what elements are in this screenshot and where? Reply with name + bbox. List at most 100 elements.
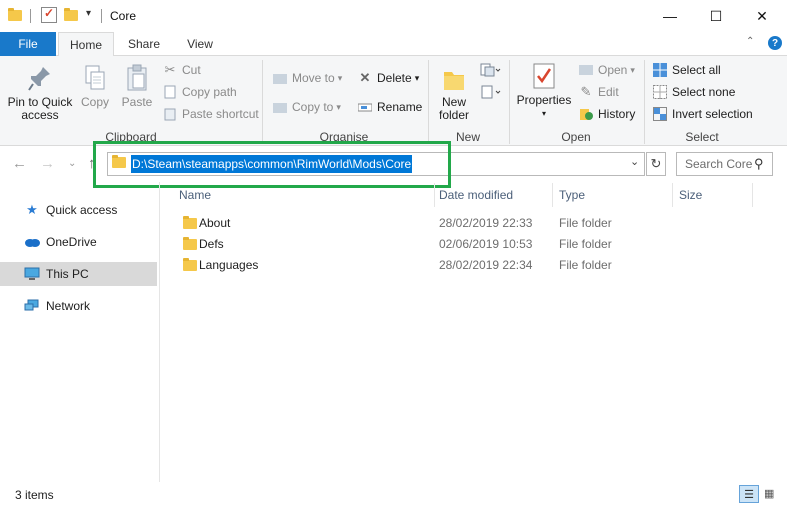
- ribbon-tabs: File Home Share View: [0, 32, 787, 57]
- file-row[interactable]: Defs 02/06/2019 10:53 File folder: [175, 234, 735, 255]
- nav-label: Quick access: [46, 203, 118, 217]
- rename-button[interactable]: Rename: [357, 97, 422, 117]
- large-icons-view-icon[interactable]: ▦: [764, 487, 774, 500]
- pin-to-quick-access-button[interactable]: Pin to Quick access: [4, 64, 76, 122]
- minimize-button[interactable]: —: [647, 0, 693, 32]
- delete-label: Delete: [377, 71, 412, 85]
- help-icon[interactable]: ?: [768, 36, 782, 50]
- select-all-icon: [652, 62, 668, 78]
- copy-to-label: Copy to: [292, 100, 334, 114]
- column-divider[interactable]: [672, 183, 673, 207]
- invert-selection-button[interactable]: Invert selection: [652, 104, 753, 124]
- nav-label: This PC: [46, 267, 89, 281]
- select-all-label: Select all: [672, 63, 721, 77]
- history-button[interactable]: History: [578, 104, 635, 124]
- paste-shortcut-icon: [162, 106, 178, 122]
- copy-path-label: Copy path: [182, 85, 237, 99]
- select-none-button[interactable]: Select none: [652, 82, 735, 102]
- copy-path-icon: [162, 84, 178, 100]
- new-folder-label-line2: folder: [438, 108, 470, 122]
- group-divider: [262, 60, 263, 144]
- nav-item-quick-access[interactable]: ★ Quick access: [0, 198, 157, 222]
- history-label: History: [598, 107, 636, 121]
- new-folder-button[interactable]: New folder: [434, 64, 474, 122]
- edit-button[interactable]: ✎ Edit: [578, 82, 619, 102]
- file-row[interactable]: About 28/02/2019 22:33 File folder: [175, 213, 735, 234]
- file-date: 28/02/2019 22:34: [439, 258, 533, 272]
- highlight-annotation-box: [93, 141, 451, 188]
- forward-arrow-icon[interactable]: →: [40, 155, 55, 172]
- cut-button[interactable]: ✂ Cut: [162, 60, 201, 80]
- column-header-name[interactable]: Name: [179, 188, 211, 202]
- paste-icon: [124, 64, 150, 92]
- properties-button[interactable]: Properties ▾: [514, 62, 574, 120]
- customize-quick-access-icon[interactable]: ▾: [86, 8, 91, 19]
- tab-home[interactable]: Home: [58, 32, 114, 57]
- select-none-label: Select none: [672, 85, 736, 99]
- ribbon: Pin to Quick access Copy Paste ✂ Cut Copy…: [0, 56, 787, 146]
- rename-label: Rename: [377, 100, 423, 114]
- recent-locations-chevron-icon[interactable]: ⌄: [68, 158, 76, 169]
- file-type: File folder: [559, 237, 612, 251]
- properties-check-icon[interactable]: ✓: [41, 6, 57, 23]
- copy-button[interactable]: Copy: [78, 64, 112, 109]
- status-item-count: 3 items: [15, 488, 54, 502]
- delete-button[interactable]: ✕ Delete ▾: [357, 68, 420, 88]
- folder-icon: [183, 237, 197, 250]
- new-item-icon[interactable]: [479, 62, 501, 78]
- move-to-button[interactable]: Move to ▾: [272, 68, 342, 88]
- paste-shortcut-button[interactable]: Paste shortcut: [162, 104, 259, 124]
- nav-item-onedrive[interactable]: OneDrive: [0, 230, 157, 254]
- easy-access-icon[interactable]: [479, 84, 501, 100]
- file-name: About: [199, 216, 231, 230]
- tab-file[interactable]: File: [0, 32, 56, 56]
- chevron-down-icon: ▾: [541, 109, 546, 118]
- tab-share[interactable]: Share: [118, 32, 170, 56]
- copy-to-button[interactable]: Copy to ▾: [272, 97, 341, 117]
- maximize-button[interactable]: ☐: [693, 0, 739, 32]
- new-folder-icon[interactable]: [64, 7, 80, 23]
- file-row[interactable]: Languages 28/02/2019 22:34 File folder: [175, 255, 735, 276]
- group-label-new: New: [455, 130, 480, 144]
- nav-item-this-pc[interactable]: This PC: [0, 262, 157, 286]
- file-name: Languages: [199, 258, 259, 272]
- file-date: 28/02/2019 22:33: [439, 216, 533, 230]
- pin-icon: [27, 64, 53, 92]
- column-divider[interactable]: [552, 183, 553, 207]
- column-header-size[interactable]: Size: [679, 188, 702, 202]
- star-icon: ★: [26, 202, 38, 217]
- chevron-down-icon: ▾: [630, 64, 635, 75]
- close-button[interactable]: ✕: [739, 0, 785, 32]
- edit-label: Edit: [598, 85, 619, 99]
- select-all-button[interactable]: Select all: [652, 60, 721, 80]
- column-header-type[interactable]: Type: [559, 188, 585, 202]
- properties-icon: [531, 62, 557, 90]
- invert-selection-label: Invert selection: [672, 107, 753, 121]
- nav-item-network[interactable]: Network: [0, 294, 157, 318]
- file-name: Defs: [199, 237, 224, 251]
- select-none-icon: [652, 84, 668, 100]
- scissors-icon: ✂: [164, 62, 176, 77]
- navigation-pane: ★ Quick access OneDrive This PC Network: [0, 182, 160, 482]
- copy-path-button[interactable]: Copy path: [162, 82, 237, 102]
- divider: [30, 9, 31, 23]
- computer-icon: [24, 266, 40, 282]
- properties-label: Properties: [516, 93, 572, 107]
- search-icon[interactable]: ⚲: [754, 156, 764, 172]
- column-divider[interactable]: [752, 183, 753, 207]
- tab-view[interactable]: View: [176, 32, 224, 56]
- address-dropdown-chevron-icon[interactable]: ⌄: [630, 155, 639, 168]
- column-divider[interactable]: [434, 183, 435, 207]
- folder-icon: [183, 258, 197, 271]
- move-to-label: Move to: [292, 71, 335, 85]
- back-arrow-icon[interactable]: ←: [12, 155, 27, 172]
- chevron-down-icon: ▾: [414, 72, 420, 83]
- collapse-ribbon-icon[interactable]: ⌃: [746, 36, 754, 47]
- refresh-icon[interactable]: ↻: [646, 152, 666, 176]
- paste-button[interactable]: Paste: [118, 64, 156, 109]
- open-button[interactable]: Open ▾: [578, 60, 635, 80]
- folder-icon: [183, 216, 197, 229]
- details-view-icon[interactable]: ☰: [739, 485, 759, 503]
- open-label: Open: [598, 63, 628, 77]
- column-header-date-modified[interactable]: Date modified: [439, 188, 513, 202]
